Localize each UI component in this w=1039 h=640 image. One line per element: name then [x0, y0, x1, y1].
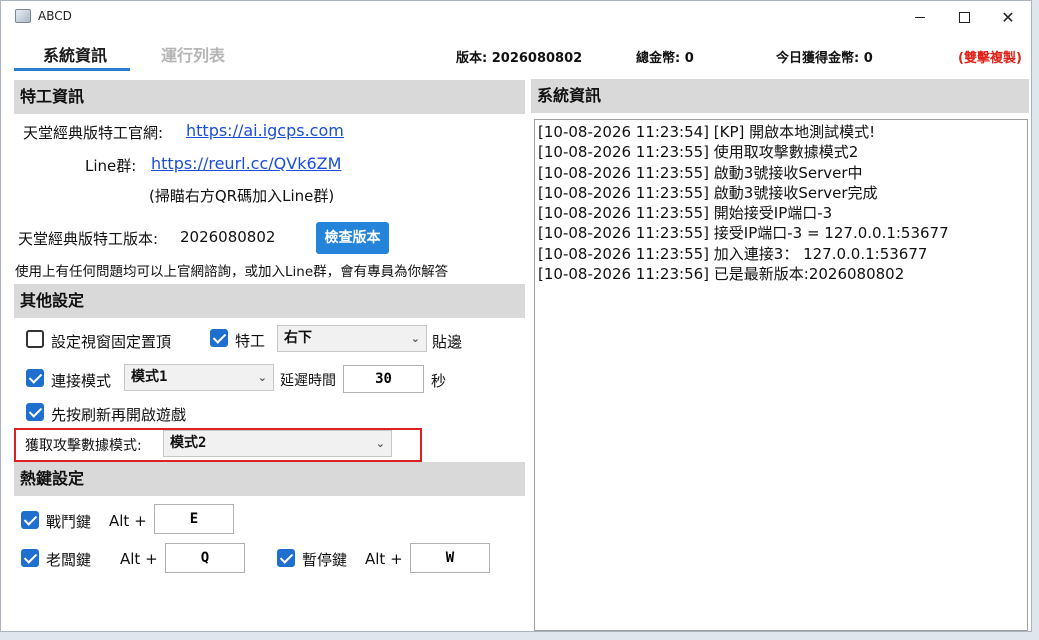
other-settings-heading: 其他設定 — [14, 284, 525, 318]
log-line: [10-08-2026 11:23:54] [KP] 開啟本地測試模式! — [538, 123, 876, 141]
app-icon — [15, 9, 31, 23]
refresh-first-checkbox[interactable] — [26, 403, 44, 421]
connect-mode-value: 模式1 — [131, 369, 168, 385]
version-label: 天堂經典版特工版本: — [18, 230, 159, 248]
log-line: [10-08-2026 11:23:56] 已是最新版本:2026080802 — [538, 265, 905, 284]
refresh-first-label: 先按刷新再開啟遊戲 — [51, 406, 187, 424]
help-text: 使用上有任何問題均可以上官網諮詢，或加入Line群，會有專員為你解答 — [15, 264, 449, 280]
delay-label: 延遲時間 — [280, 373, 336, 389]
fixed-top-checkbox[interactable] — [26, 330, 44, 348]
fight-key-checkbox[interactable] — [21, 511, 39, 529]
agent-label: 特工 — [235, 332, 266, 350]
minimize-button[interactable] — [897, 1, 943, 33]
attack-mode-label: 獲取攻擊數據模式: — [25, 438, 142, 454]
active-tab-indicator — [14, 68, 130, 71]
pause-key-modifier: Alt + — [365, 550, 403, 568]
attack-mode-value: 模式2 — [170, 435, 207, 451]
seconds-label: 秒 — [431, 372, 447, 390]
maximize-button[interactable] — [941, 1, 987, 33]
fight-key-input[interactable]: E — [154, 504, 234, 534]
connect-mode-checkbox[interactable] — [26, 369, 44, 387]
site-label: 天堂經典版特工官網: — [23, 124, 164, 142]
total-coins: 總金幣: 0 — [636, 51, 694, 66]
fight-key-modifier: Alt + — [109, 512, 147, 530]
line-link[interactable]: https://reurl.cc/QVk6ZM — [151, 154, 341, 173]
boss-key-input[interactable]: Q — [165, 543, 245, 573]
check-version-button[interactable]: 檢查版本 — [316, 222, 389, 254]
line-label: Line群: — [85, 157, 137, 175]
version-display: 版本: 2026080802 — [456, 51, 583, 66]
position-select-value: 右下 — [284, 330, 312, 346]
maximize-icon — [958, 11, 970, 23]
boss-key-checkbox[interactable] — [21, 549, 39, 567]
connect-mode-label: 連接模式 — [51, 372, 112, 390]
boss-key-modifier: Alt + — [120, 550, 158, 568]
app-window: ABCD ✕ 系統資訊 運行列表 版本: 2026080802 總金幣: 0 今… — [0, 0, 1032, 632]
boss-key-label: 老闆鍵 — [46, 551, 92, 569]
log-line: [10-08-2026 11:23:55] 開始接受IP端口-3 — [538, 204, 833, 223]
system-log[interactable]: [10-08-2026 11:23:54] [KP] 開啟本地測試模式! [10… — [534, 119, 1028, 631]
hotkeys-heading: 熱鍵設定 — [14, 462, 525, 496]
title-bar[interactable]: ABCD ✕ — [1, 1, 1031, 33]
log-line: [10-08-2026 11:23:55] 使用取攻擊數據模式2 — [538, 143, 859, 162]
close-icon: ✕ — [1001, 7, 1015, 27]
log-line: [10-08-2026 11:23:55] 接受IP端口-3 = 127.0.0… — [538, 224, 949, 243]
qr-note: (掃瞄右方QR碼加入Line群) — [149, 187, 335, 205]
chevron-down-icon: ⌄ — [375, 437, 385, 450]
version-value: 2026080802 — [180, 228, 276, 246]
fight-key-label: 戰鬥鍵 — [46, 513, 92, 531]
agent-checkbox[interactable] — [210, 329, 228, 347]
chevron-down-icon: ⌄ — [410, 332, 420, 345]
system-info-heading: 系統資訊 — [531, 79, 1029, 113]
connect-mode-select[interactable]: 模式1 ⌄ — [124, 364, 274, 391]
fixed-top-label: 設定視窗固定置頂 — [51, 333, 172, 351]
agent-info-heading: 特工資訊 — [14, 80, 525, 114]
edge-label: 貼邊 — [432, 333, 463, 351]
pause-key-checkbox[interactable] — [277, 549, 295, 567]
log-line: [10-08-2026 11:23:55] 啟動3號接收Server中 — [538, 163, 863, 182]
tab-run-list[interactable]: 運行列表 — [161, 42, 225, 66]
today-coins: 今日獲得金幣: 0 — [776, 51, 873, 66]
double-click-copy[interactable]: (雙擊複製) — [958, 47, 1022, 66]
minimize-icon — [915, 16, 925, 18]
chevron-down-icon: ⌄ — [257, 371, 267, 384]
pause-key-input[interactable]: W — [410, 543, 490, 573]
site-link[interactable]: https://ai.igcps.com — [186, 121, 344, 140]
log-line: [10-08-2026 11:23:55] 加入連接3： 127.0.0.1:5… — [538, 244, 928, 263]
close-button[interactable]: ✕ — [985, 1, 1031, 33]
tab-bar: 系統資訊 運行列表 版本: 2026080802 總金幣: 0 今日獲得金幣: … — [1, 33, 1031, 73]
log-line: [10-08-2026 11:23:55] 啟動3號接收Server完成 — [538, 183, 878, 202]
tab-system-info[interactable]: 系統資訊 — [43, 42, 107, 66]
delay-input[interactable]: 30 — [343, 365, 424, 393]
pause-key-label: 暫停鍵 — [302, 551, 348, 569]
position-select[interactable]: 右下 ⌄ — [277, 325, 427, 352]
attack-mode-select[interactable]: 模式2 ⌄ — [163, 430, 392, 457]
window-title: ABCD — [38, 9, 72, 23]
